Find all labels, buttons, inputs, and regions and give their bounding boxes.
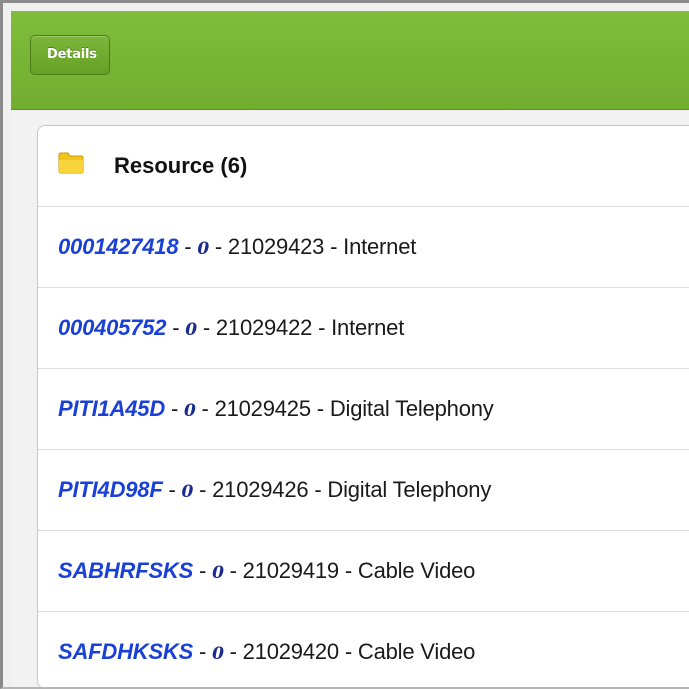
resource-zero: 0	[212, 563, 224, 583]
resource-zero: 0	[212, 644, 224, 664]
resource-type: Digital Telephony	[327, 477, 492, 502]
resource-zero: 0	[181, 482, 194, 502]
resource-zero: 0	[185, 320, 197, 340]
resource-id-link[interactable]: 000405752	[58, 315, 167, 340]
header-bar: Details	[11, 11, 689, 110]
back-button-label: Details	[47, 47, 97, 62]
list-item[interactable]: PITI4D98F - 0 - 21029426 - Digital Telep…	[38, 450, 689, 531]
resource-id-link[interactable]: SAFDHKSKS	[58, 639, 193, 664]
list-item[interactable]: 0001427418 - 0 - 21029423 - Internet	[38, 207, 689, 288]
main-content: Resource (6) 0001427418 - 0 - 21029423 -…	[11, 110, 689, 687]
resource-type: Internet	[343, 234, 417, 259]
resource-panel: Resource (6) 0001427418 - 0 - 21029423 -…	[37, 125, 689, 687]
resource-number: 21029423	[227, 234, 325, 259]
list-item[interactable]: PITI1A45D - 0 - 21029425 - Digital Telep…	[38, 369, 689, 450]
list-item[interactable]: 000405752 - 0 - 21029422 - Internet	[38, 288, 689, 369]
resource-list: 0001427418 - 0 - 21029423 - Internet 000…	[38, 207, 689, 687]
resource-number: 21029426	[212, 477, 309, 502]
folder-icon	[58, 152, 84, 174]
resource-type: Digital Telephony	[329, 396, 494, 421]
resource-number: 21029420	[242, 639, 339, 664]
resource-type: Internet	[331, 315, 405, 340]
back-button[interactable]: Details	[30, 35, 110, 75]
list-item[interactable]: SABHRFSKS - 0 - 21029419 - Cable Video	[38, 531, 689, 612]
resource-type: Cable Video	[357, 639, 476, 664]
resource-id-link[interactable]: PITI1A45D	[58, 396, 165, 421]
resource-zero: 0	[183, 401, 196, 421]
resource-zero: 0	[197, 239, 209, 259]
resource-number: 21029425	[214, 396, 311, 421]
panel-title: Resource (6)	[114, 153, 248, 178]
resource-id-link[interactable]: SABHRFSKS	[58, 558, 193, 583]
resource-id-link[interactable]: PITI4D98F	[58, 477, 163, 502]
panel-header: Resource (6)	[38, 126, 689, 207]
resource-id-link[interactable]: 0001427418	[58, 234, 179, 259]
app-frame: Details Resource (6) 0001427418 - 0 - 21…	[0, 0, 689, 689]
resource-number: 21029422	[215, 315, 313, 340]
resource-type: Cable Video	[357, 558, 476, 583]
list-item[interactable]: SAFDHKSKS - 0 - 21029420 - Cable Video	[38, 612, 689, 687]
resource-number: 21029419	[242, 558, 339, 583]
